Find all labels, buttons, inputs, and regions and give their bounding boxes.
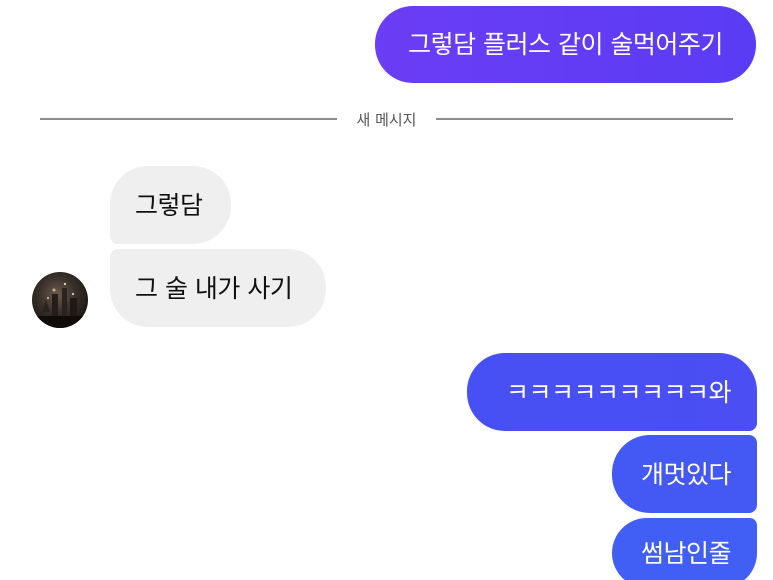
message-text: 썸남인줄 xyxy=(640,538,732,568)
outgoing-message[interactable]: 그렇담 플러스 같이 술먹어주기 xyxy=(375,6,756,83)
new-messages-divider: 새 메시지 xyxy=(40,107,733,131)
message-text: 그렇담 xyxy=(135,190,203,220)
incoming-message[interactable]: 그렇담 xyxy=(110,166,231,244)
outgoing-message[interactable]: 썸남인줄 xyxy=(612,518,757,580)
profile-photo-icon[interactable] xyxy=(32,272,88,328)
outgoing-message[interactable]: 개멋있다 xyxy=(612,435,757,513)
chat-thread: 그렇담 플러스 같이 술먹어주기 새 메시지 그렇담 그 술 내가 사기 ㅋㅋㅋ… xyxy=(0,0,773,580)
divider-line-right xyxy=(436,118,733,120)
incoming-message[interactable]: 그 술 내가 사기 xyxy=(110,249,326,327)
message-text: 그 술 내가 사기 xyxy=(135,273,293,303)
divider-line-left xyxy=(40,118,337,120)
message-text: 그렇담 플러스 같이 술먹어주기 xyxy=(408,30,723,59)
message-text: 개멋있다 xyxy=(640,459,732,489)
new-messages-label: 새 메시지 xyxy=(356,110,417,129)
outgoing-message[interactable]: ㅋㅋㅋㅋㅋㅋㅋㅋㅋ와 xyxy=(467,353,757,431)
message-text: ㅋㅋㅋㅋㅋㅋㅋㅋㅋ와 xyxy=(505,377,732,407)
